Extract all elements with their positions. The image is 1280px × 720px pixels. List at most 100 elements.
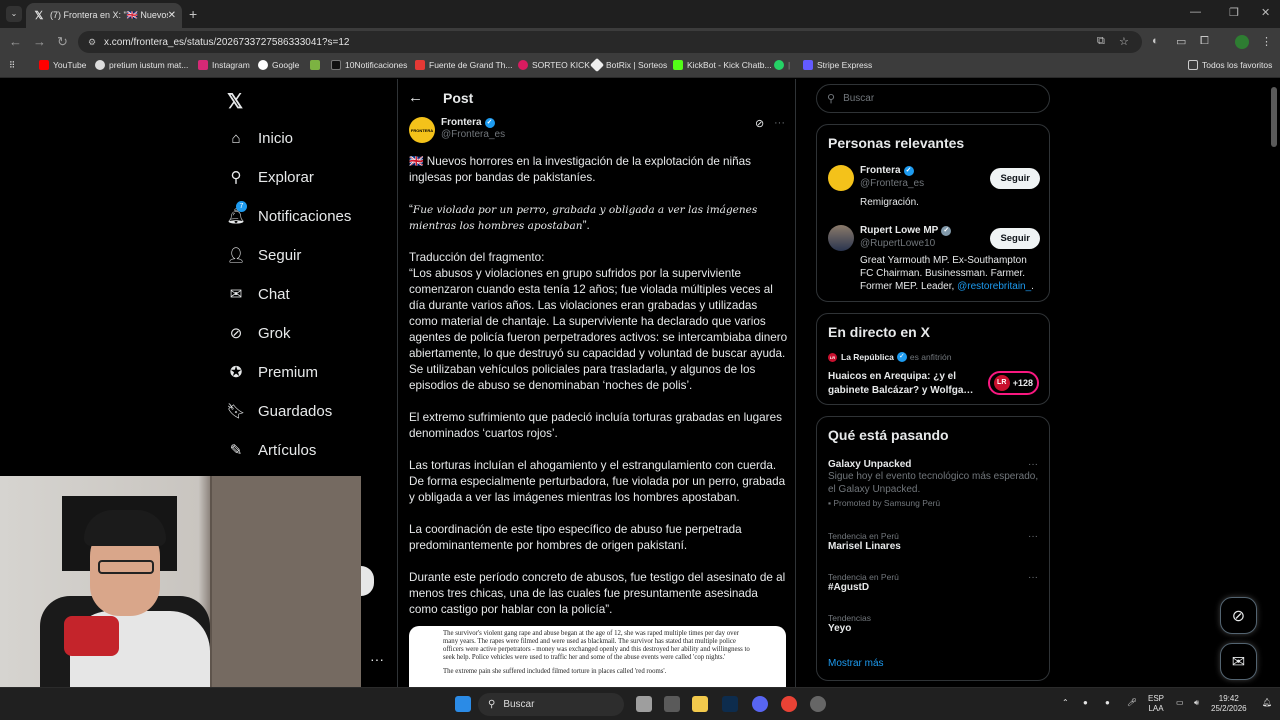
address-bar[interactable]: ⚙ x.com/frontera_es/status/2026733727586…	[78, 31, 1142, 53]
nav-item-chat[interactable]: ✉ Chat	[227, 285, 290, 304]
follow-button[interactable]: Seguir	[990, 168, 1040, 189]
bookmark-kickbot[interactable]: KickBot - Kick Chatb...	[673, 60, 772, 70]
bookmark-stripe[interactable]: Stripe Express	[803, 60, 872, 70]
trend-item[interactable]: Tendencia en Perú #AgustD ···	[828, 572, 1040, 593]
chrome-icon[interactable]	[781, 696, 797, 712]
notifications-icon[interactable]: 🔔︎	[1262, 698, 1272, 708]
bookmark-instagram[interactable]: Instagram	[198, 60, 250, 70]
trend-item[interactable]: Galaxy Unpacked Sigue hoy el evento tecn…	[828, 459, 1040, 508]
extensions-puzzle-icon[interactable]: ⧠	[1200, 35, 1209, 48]
file-explorer-icon[interactable]	[692, 696, 708, 712]
trend-more-icon[interactable]: ···	[1028, 459, 1038, 470]
account-more-icon[interactable]: ···	[370, 651, 384, 667]
search-input[interactable]: ⚲ Buscar	[816, 84, 1050, 113]
back-button[interactable]: ←	[9, 34, 22, 49]
webcam-cabinet	[210, 476, 361, 687]
bookmark-fuente[interactable]: Fuente de Grand Th...	[415, 60, 512, 70]
tray-app-icon[interactable]: ●	[1105, 698, 1110, 708]
bookmark-whatsapp[interactable]: |	[774, 60, 790, 70]
avatar[interactable]	[828, 165, 854, 191]
reload-button[interactable]: ↻	[57, 34, 68, 50]
avatar[interactable]	[828, 225, 854, 251]
person-rupert-lowe[interactable]: Rupert Lowe MP ✓ @RupertLowe10 Great Yarm…	[828, 225, 1040, 295]
trend-more-icon[interactable]: ···	[1028, 531, 1038, 542]
network-icon[interactable]: ▭	[1176, 698, 1184, 708]
live-card[interactable]: En directo en X LR La República ✓ es anf…	[816, 313, 1050, 405]
nav-item-explorar[interactable]: ⚲ Explorar	[227, 168, 314, 187]
language-indicator[interactable]: ESP LAA	[1148, 694, 1164, 714]
all-bookmarks[interactable]: Todos los favoritos	[1188, 60, 1272, 70]
clock[interactable]: 19:42 25/2/2026	[1211, 694, 1247, 714]
window-close-button[interactable]: ✕	[1261, 6, 1270, 19]
apps-grid-icon[interactable]: ⠿	[9, 60, 15, 71]
close-tab-icon[interactable]: ✕	[168, 10, 176, 21]
font-icon	[415, 60, 425, 70]
tab-list-button[interactable]: ⌄	[6, 6, 22, 22]
bookmark-sorteo-kick[interactable]: SORTEO KICK	[518, 60, 590, 70]
back-arrow-icon[interactable]: ←	[408, 89, 423, 106]
nav-item-notificaciones[interactable]: 🔔︎ 7 Notificaciones	[226, 201, 351, 225]
restorebritain-link[interactable]: @restorebritain_	[957, 281, 1031, 292]
install-app-icon[interactable]: ⧉	[1097, 35, 1105, 48]
follow-button[interactable]: Seguir	[990, 228, 1040, 249]
verified-badge-icon: ✓	[941, 225, 952, 236]
nav-item-guardados[interactable]: 🔖︎ Guardados	[226, 402, 332, 421]
bookmark-10notificaciones[interactable]: 10Notificaciones	[331, 60, 407, 70]
photoshop-icon[interactable]	[722, 696, 738, 712]
bookmark-pretium[interactable]: pretium iustum mat...	[95, 60, 188, 70]
bookmark-youtube[interactable]: YouTube	[39, 60, 86, 70]
grok-float-button[interactable]: ⊘	[1220, 597, 1257, 634]
browser-tab[interactable]: 𝕏 (7) Frontera en X: "🇬🇧 Nuevos h ✕	[26, 3, 182, 28]
forward-button[interactable]: →	[33, 34, 46, 49]
avatar[interactable]: FRONTERA	[409, 117, 435, 143]
taskbar: ⚲ Buscar ⌃ ● ● 🎤︎ ESP LAA ▭ 🔊︎ 19:42 25/…	[0, 687, 1280, 720]
browser-menu-icon[interactable]: ⋮	[1261, 35, 1272, 48]
app-icon[interactable]	[810, 696, 826, 712]
nav-item-seguir[interactable]: 👤︎ Seguir	[226, 246, 301, 265]
messages-float-button[interactable]: ✉	[1220, 643, 1257, 680]
extension-icon[interactable]: ◐	[1152, 35, 1159, 47]
nav-item-inicio[interactable]: ⌂ Inicio	[227, 129, 293, 147]
kickbot-icon	[673, 60, 683, 70]
post-more-icon[interactable]: ···	[774, 117, 785, 129]
taskbar-search[interactable]: ⚲ Buscar	[478, 693, 624, 716]
task-view-icon[interactable]	[636, 696, 652, 712]
nav-item-premium[interactable]: ✪ Premium	[227, 363, 318, 382]
grok-explain-icon[interactable]: ⊘	[755, 117, 764, 130]
site-info-icon[interactable]: ⚙	[88, 37, 98, 48]
bookmark-google[interactable]: Google	[258, 60, 299, 70]
nav-item-articulos[interactable]: ✎ Artículos	[227, 441, 317, 460]
la-republica-logo-icon: LR	[993, 375, 1010, 391]
trend-more-icon[interactable]: ···	[1028, 572, 1038, 583]
post-author[interactable]: Frontera ✓ @Frontera_es	[441, 117, 505, 140]
trend-item[interactable]: Tendencias Yeyo	[828, 613, 1040, 634]
new-tab-button[interactable]: +	[189, 6, 197, 22]
post-quote: “Fue violada por un perro, grabada y obl…	[409, 203, 758, 232]
nav-item-grok[interactable]: ⊘ Grok	[227, 324, 291, 343]
discord-icon[interactable]	[752, 696, 768, 712]
microphone-icon[interactable]: 🎤︎	[1127, 698, 1137, 708]
premium-icon: ✪	[229, 364, 243, 381]
page-scrollbar[interactable]	[1271, 87, 1277, 147]
profile-avatar[interactable]	[1235, 35, 1249, 49]
windows-start-icon[interactable]	[455, 696, 471, 712]
post-paragraph: Las torturas incluían el ahogamiento y e…	[409, 459, 786, 504]
x-logo-icon[interactable]: 𝕏	[227, 89, 243, 114]
live-listeners-pill[interactable]: LR +128	[987, 371, 1039, 395]
tray-app-icon[interactable]: ●	[1083, 698, 1088, 708]
restore-button[interactable]: ❐	[1229, 6, 1239, 19]
tray-overflow-icon[interactable]: ⌃	[1062, 698, 1069, 708]
trend-item[interactable]: Tendencia en Perú Marisel Linares ···	[828, 531, 1040, 552]
extension-icon[interactable]: ▭	[1176, 35, 1186, 48]
show-more-link[interactable]: Mostrar más	[828, 658, 1040, 669]
bookmark-star-icon[interactable]: ☆	[1119, 35, 1129, 48]
post-paragraph: Durante este período concreto de abusos,…	[409, 571, 786, 616]
document-image[interactable]: The survivor's violent gang rape and abu…	[409, 626, 786, 687]
la-republica-logo-icon: LR	[828, 352, 837, 362]
minimize-button[interactable]: —	[1190, 6, 1201, 18]
app-icon[interactable]	[664, 696, 680, 712]
person-frontera[interactable]: Frontera ✓ @Frontera_es Remigración. Segu…	[828, 165, 1040, 215]
bookmark-extension[interactable]	[310, 60, 324, 70]
volume-icon[interactable]: 🔊︎	[1194, 698, 1199, 708]
bookmark-botrix[interactable]: BotRix | Sorteos	[589, 57, 667, 73]
